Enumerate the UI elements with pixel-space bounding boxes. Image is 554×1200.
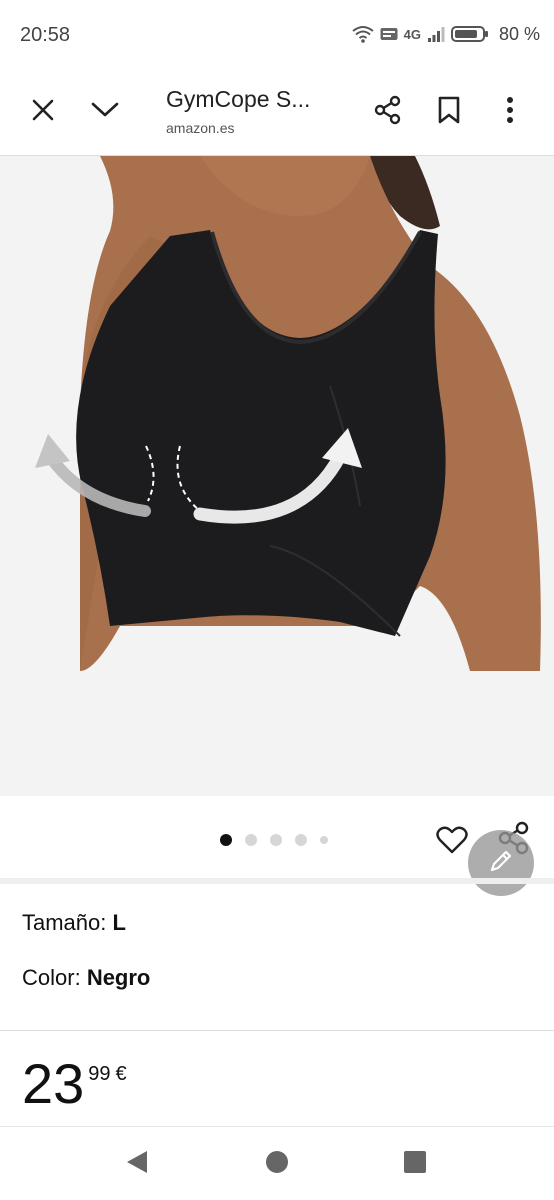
size-value: L [112,910,126,935]
wifi-icon [352,25,374,43]
options-divider [0,1030,554,1031]
close-button[interactable] [19,88,67,136]
recents-square-icon [403,1150,427,1179]
product-image[interactable] [0,156,554,796]
page-dot[interactable] [270,834,282,846]
price-fraction: 99 [88,1063,111,1085]
recents-button[interactable] [398,1147,432,1181]
back-button[interactable] [120,1147,154,1181]
page-dot[interactable] [320,836,328,844]
wishlist-button[interactable] [432,822,472,862]
size-option[interactable]: Tamaño: L [22,910,126,936]
network-type: 4G [403,26,421,42]
gallery-pagination[interactable] [220,834,328,846]
page-title: GymCope S... [166,86,311,112]
share-button[interactable] [364,88,412,136]
price-currency: € [115,1063,127,1085]
color-option[interactable]: Color: Negro [22,965,150,991]
custom-tab-toolbar: GymCope S... amazon.es [0,70,554,156]
color-value: Negro [86,965,151,990]
heart-icon [436,826,468,859]
system-nav-bar [0,1126,554,1200]
status-time: 20:58 [20,24,71,46]
bookmark-icon [438,96,460,129]
page-dot[interactable] [220,834,232,846]
pencil-icon [488,848,514,879]
home-circle-icon [265,1150,289,1179]
chevron-down-icon [91,101,119,124]
more-options-button[interactable] [486,88,534,136]
share-icon [373,95,403,130]
price-whole: 23 [22,1052,85,1115]
section-divider [0,878,554,884]
bookmark-button[interactable] [425,88,473,136]
page-dot[interactable] [295,834,307,846]
close-icon [31,98,55,127]
color-label: Color: [22,965,81,990]
page-url: amazon.es [166,120,235,136]
volte-icon [380,27,398,41]
floating-edit-button[interactable] [468,830,534,896]
page-dot[interactable] [245,834,257,846]
status-icons: 4G 80 % [352,22,540,46]
battery-icon [450,25,489,43]
more-vert-icon [506,96,514,129]
status-bar: 20:58 4G 80 % [0,0,554,70]
battery-percent: 80 % [498,23,540,44]
back-triangle-icon [125,1149,149,1180]
size-label: Tamaño: [22,910,107,935]
home-button[interactable] [260,1147,294,1181]
signal-icon [427,25,445,43]
price: 23 99 € [22,1054,127,1114]
minimize-button[interactable] [81,88,129,136]
